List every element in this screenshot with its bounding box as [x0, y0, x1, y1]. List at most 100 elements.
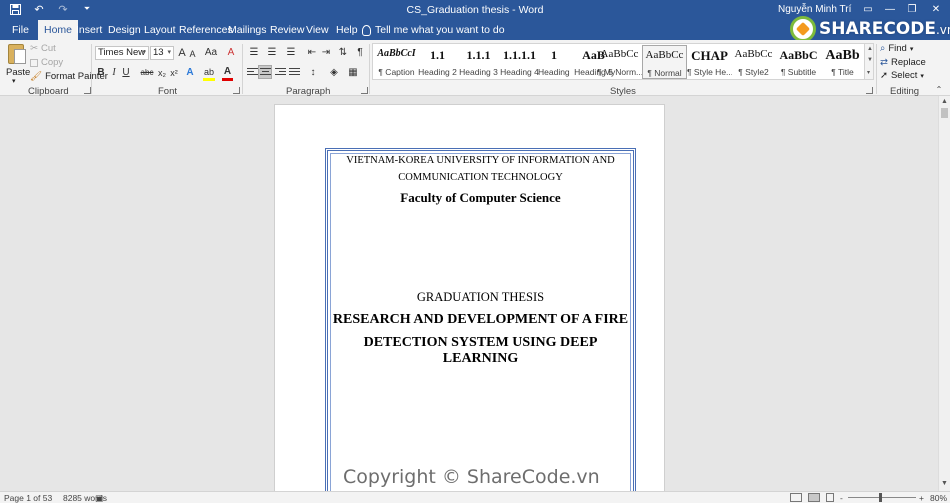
- style-heading-4[interactable]: 1.1.1.1 Heading 4: [497, 45, 542, 79]
- style-style2[interactable]: AaBbCc ¶ Style2: [731, 45, 776, 79]
- style-sample: AaBbCcI: [377, 48, 416, 59]
- multilevel-list-icon[interactable]: ☰: [283, 46, 299, 60]
- select-button[interactable]: ➚ Select ▾: [880, 70, 924, 81]
- styles-launcher-icon[interactable]: [866, 87, 873, 94]
- style-sample: AaBbCc: [600, 48, 639, 60]
- increase-indent-icon[interactable]: ⇥: [320, 46, 332, 60]
- font-family-select[interactable]: Times New Ro ▾: [95, 46, 149, 60]
- style-subtitle[interactable]: AaBbC ¶ Subtitle: [776, 45, 821, 79]
- document-canvas[interactable]: VIETNAM-KOREA UNIVERSITY OF INFORMATION …: [0, 96, 938, 491]
- close-icon[interactable]: ✕: [926, 2, 946, 16]
- clear-formatting-button[interactable]: A: [225, 46, 237, 60]
- align-center-button[interactable]: [258, 65, 272, 79]
- zoom-slider-thumb[interactable]: [879, 493, 882, 502]
- style-heading-5-numbered[interactable]: 1 Heading 5: [538, 45, 570, 79]
- minimize-icon[interactable]: —: [880, 2, 900, 16]
- status-bar: Page 1 of 53 8285 words ▣ - + 80%: [0, 491, 950, 503]
- italic-button[interactable]: I: [109, 66, 119, 80]
- superscript-button[interactable]: x²: [168, 66, 180, 80]
- style-name: ¶ Style2: [738, 67, 769, 77]
- style-caption[interactable]: AaBbCcI ¶ Caption: [374, 45, 419, 79]
- chevron-down-icon: ▾: [920, 72, 924, 80]
- grow-font-button[interactable]: A: [177, 46, 187, 60]
- vertical-scrollbar[interactable]: ▲ ▼: [938, 96, 950, 491]
- style-name: Heading 5: [538, 67, 570, 77]
- underline-button[interactable]: U: [121, 66, 131, 80]
- chevron-up-icon[interactable]: ▲: [867, 46, 873, 52]
- highlight-button[interactable]: ab: [203, 65, 215, 79]
- cut-button[interactable]: ✂ Cut: [30, 43, 56, 54]
- scroll-down-icon[interactable]: ▼: [941, 480, 948, 487]
- tell-me-text: Tell me what you want to do: [375, 24, 505, 36]
- subscript-button[interactable]: x₂: [156, 66, 168, 80]
- zoom-out-button[interactable]: -: [840, 493, 843, 503]
- tab-help[interactable]: Help: [330, 20, 364, 40]
- style-mynormal[interactable]: AaBbCc ¶ MyNorm...: [597, 45, 642, 79]
- shrink-font-button[interactable]: A: [188, 47, 197, 61]
- change-case-button[interactable]: Aa: [203, 46, 219, 60]
- paste-dropdown-icon[interactable]: ▾: [12, 77, 16, 85]
- styles-gallery-scroll[interactable]: ▲ ▼ ▾: [864, 43, 874, 80]
- style-normal[interactable]: AaBbCc ¶ Normal: [642, 45, 687, 79]
- restore-icon[interactable]: ❐: [902, 2, 922, 16]
- line-spacing-icon[interactable]: ↕: [306, 66, 320, 80]
- scroll-up-icon[interactable]: ▲: [941, 98, 948, 105]
- style-style-heading[interactable]: CHAP ¶ Style He...: [687, 45, 732, 79]
- align-left-icon[interactable]: [247, 68, 258, 77]
- style-heading-3[interactable]: 1.1.1 Heading 3: [456, 45, 501, 79]
- paste-button[interactable]: Paste: [6, 67, 30, 78]
- font-size-select[interactable]: 13 ▾: [150, 46, 174, 60]
- strikethrough-button[interactable]: abc: [139, 66, 155, 80]
- style-title[interactable]: AaBb ¶ Title: [820, 45, 865, 79]
- tell-me-search[interactable]: Tell me what you want to do: [362, 20, 505, 40]
- page-count[interactable]: Page 1 of 53: [4, 493, 52, 503]
- justify-icon[interactable]: [289, 68, 300, 77]
- group-separator: [91, 44, 92, 94]
- search-icon: ⌕: [880, 43, 886, 54]
- print-layout-icon[interactable]: [808, 493, 820, 502]
- copy-label: Copy: [41, 57, 64, 68]
- show-formatting-button[interactable]: ¶: [355, 46, 365, 60]
- user-name[interactable]: Nguyễn Minh Trí: [778, 4, 851, 15]
- font-color-button[interactable]: A: [222, 65, 233, 79]
- thesis-title-line-2: DETECTION SYSTEM USING DEEP LEARNING: [363, 335, 598, 366]
- style-sample: 1.1: [430, 48, 445, 62]
- collapse-ribbon-icon[interactable]: ⌃: [934, 83, 944, 97]
- find-button[interactable]: ⌕ Find ▾: [880, 43, 913, 54]
- replace-icon: ⇄: [880, 57, 888, 68]
- copy-button[interactable]: Copy: [30, 57, 63, 68]
- chevron-down-icon[interactable]: ▼: [867, 57, 873, 63]
- align-right-icon[interactable]: [275, 68, 286, 77]
- paste-icon[interactable]: [8, 44, 26, 64]
- zoom-slider[interactable]: [848, 497, 916, 498]
- style-sample: 1.1.1.1: [503, 48, 536, 62]
- replace-button[interactable]: ⇄ Replace: [880, 57, 926, 68]
- decrease-indent-icon[interactable]: ⇤: [306, 46, 318, 60]
- style-heading-2[interactable]: 1.1 Heading 2: [415, 45, 460, 79]
- paragraph-launcher-icon[interactable]: [361, 87, 368, 94]
- read-mode-icon[interactable]: [790, 493, 802, 502]
- zoom-in-button[interactable]: +: [919, 493, 924, 503]
- ribbon-options-icon[interactable]: ▭: [858, 2, 878, 16]
- web-layout-icon[interactable]: [826, 493, 834, 502]
- text-effects-button[interactable]: A: [184, 66, 196, 80]
- thesis-type: GRADUATION THESIS: [416, 290, 545, 304]
- bullets-icon[interactable]: ☰: [246, 46, 262, 60]
- style-name: ¶ Title: [831, 67, 854, 77]
- font-launcher-icon[interactable]: [233, 87, 240, 94]
- sort-icon[interactable]: ⇅: [337, 46, 349, 60]
- numbering-icon[interactable]: ☰: [264, 46, 280, 60]
- proofing-icon[interactable]: ▣: [95, 493, 103, 503]
- replace-label: Replace: [890, 57, 926, 68]
- clipboard-launcher-icon[interactable]: [84, 87, 91, 94]
- scissors-icon: ✂: [30, 43, 38, 54]
- borders-icon[interactable]: ▦: [346, 66, 360, 80]
- style-sample: AaBb: [825, 48, 860, 63]
- scrollbar-thumb[interactable]: [941, 108, 948, 118]
- tab-file[interactable]: File: [6, 20, 35, 40]
- zoom-level[interactable]: 80%: [930, 493, 947, 503]
- gallery-more-icon[interactable]: ▾: [867, 69, 870, 76]
- shading-icon[interactable]: ◈: [327, 66, 341, 80]
- document-page[interactable]: VIETNAM-KOREA UNIVERSITY OF INFORMATION …: [274, 104, 665, 491]
- bold-button[interactable]: B: [96, 66, 106, 80]
